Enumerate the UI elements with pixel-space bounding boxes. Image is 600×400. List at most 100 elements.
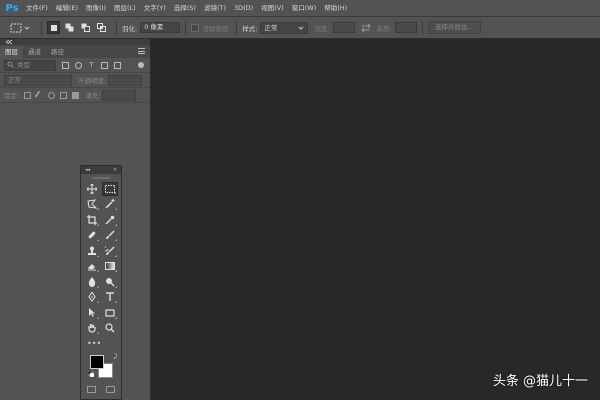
brush-tool[interactable] (102, 228, 118, 242)
quick-mask-icon[interactable] (87, 385, 96, 393)
menu-filter[interactable]: 滤镜(T) (200, 0, 230, 17)
menu-view[interactable]: 视图(V) (257, 0, 288, 17)
layer-filter-select[interactable]: 类型 (4, 59, 56, 71)
tab-paths[interactable]: 路径 (46, 46, 69, 58)
style-select[interactable]: 正常 (260, 21, 309, 34)
pen-icon (88, 292, 96, 303)
pen-tool[interactable] (84, 290, 100, 304)
filter-toggle-icon[interactable] (138, 62, 144, 68)
history-brush-tool[interactable] (102, 244, 118, 258)
menu-3d[interactable]: 3D(D) (230, 0, 257, 17)
feather-input[interactable]: 0 像素 (140, 22, 181, 33)
expand-arrows-icon[interactable]: ◂◂ (85, 167, 90, 173)
menu-file[interactable]: 文件(F) (22, 0, 52, 17)
canvas-area[interactable] (151, 39, 600, 400)
lasso-tool[interactable] (84, 197, 100, 211)
menu-window[interactable]: 窗口(W) (288, 0, 321, 17)
menu-type[interactable]: 文字(Y) (140, 0, 170, 17)
tool-preset-picker[interactable] (10, 21, 36, 35)
tab-layers[interactable]: 图层 (0, 46, 23, 58)
blur-tool[interactable] (84, 275, 100, 289)
add-selection-icon (65, 23, 74, 32)
menu-layer[interactable]: 图层(L) (110, 0, 140, 17)
tools-panel: ◂◂ ✕ ••• ⤸ (80, 165, 122, 400)
magic-wand-tool[interactable] (102, 197, 118, 211)
clone-stamp-tool[interactable] (84, 244, 100, 258)
healing-brush-tool[interactable] (84, 228, 100, 242)
opacity-input[interactable] (108, 74, 143, 86)
divider (116, 20, 117, 35)
pixel-filter-icon[interactable] (62, 61, 69, 69)
hand-tool[interactable] (84, 321, 100, 335)
opacity-label: 不透明度: (78, 77, 107, 85)
antialias-checkbox[interactable] (191, 23, 200, 32)
magic-wand-icon (105, 199, 115, 209)
zoom-tool[interactable] (102, 321, 118, 335)
type-tool[interactable] (102, 290, 118, 304)
crop-tool[interactable] (84, 213, 100, 227)
photoshop-logo: Ps (5, 2, 19, 14)
gradient-icon (105, 262, 115, 271)
mode-row (81, 384, 121, 394)
rectangle-tool[interactable] (102, 306, 118, 320)
move-tool[interactable] (84, 182, 100, 196)
intersect-selection-button[interactable] (95, 21, 108, 34)
tools-drag-handle[interactable] (81, 174, 121, 181)
adjustment-filter-icon[interactable] (75, 61, 82, 69)
add-selection-button[interactable] (63, 21, 76, 34)
dodge-tool[interactable] (102, 275, 118, 289)
marquee-preset-icon (10, 23, 22, 32)
menu-help[interactable]: 帮助(H) (320, 0, 351, 17)
swap-colors-icon[interactable]: ⤸ (113, 353, 117, 361)
menu-edit[interactable]: 编辑(E) (52, 0, 82, 17)
panel-menu-icon[interactable] (138, 48, 145, 54)
swap-width-height-icon[interactable] (360, 23, 372, 33)
intersect-selection-icon (97, 23, 106, 32)
type-filter-icon[interactable]: T (88, 61, 95, 69)
dodge-icon (106, 277, 115, 287)
menu-image[interactable]: 图像(I) (82, 0, 110, 17)
foreground-color-swatch[interactable] (90, 355, 104, 369)
edit-toolbar-button[interactable]: ••• (81, 336, 121, 350)
move-icon (87, 183, 97, 194)
crop-icon (87, 214, 97, 225)
lock-transparent-icon[interactable] (24, 91, 32, 99)
new-selection-button[interactable] (47, 21, 60, 34)
screen-mode-icon[interactable] (106, 385, 115, 393)
select-and-mask-button[interactable]: 选择并遮住... (427, 21, 481, 34)
blend-mode-select[interactable]: 正常 (4, 74, 72, 86)
gradient-tool[interactable] (102, 259, 118, 273)
fill-input[interactable] (102, 89, 137, 101)
lock-pixels-icon[interactable] (34, 90, 45, 100)
close-icon[interactable]: ✕ (113, 167, 117, 173)
menu-select[interactable]: 选择(S) (170, 0, 200, 17)
type-icon (106, 292, 114, 302)
lock-position-icon[interactable] (48, 91, 56, 99)
lock-all-icon[interactable] (72, 91, 80, 99)
history-brush-icon (105, 246, 115, 255)
height-input[interactable] (394, 22, 417, 33)
height-label: 高度: (376, 24, 392, 33)
lasso-icon (87, 199, 97, 209)
layer-filter-value: 类型 (17, 60, 30, 69)
style-value: 正常 (264, 23, 278, 32)
smart-object-filter-icon[interactable] (114, 61, 121, 69)
divider (421, 20, 423, 35)
width-label: 宽度: (314, 24, 330, 33)
tab-channels[interactable]: 通道 (23, 46, 46, 58)
lock-artboard-icon[interactable] (60, 91, 68, 99)
subtract-selection-button[interactable] (79, 21, 92, 34)
eraser-tool[interactable] (84, 259, 100, 273)
chevron-down-icon (299, 26, 304, 30)
chevron-down-icon (24, 26, 30, 30)
rectangular-marquee-tool[interactable] (102, 181, 118, 196)
default-colors-icon[interactable] (88, 371, 94, 377)
layer-filter-row: 类型 T (0, 58, 150, 73)
panel-tab-bar: 图层 通道 路径 (0, 45, 150, 58)
divider (236, 20, 238, 35)
shape-filter-icon[interactable] (101, 61, 108, 69)
tools-panel-header[interactable]: ◂◂ ✕ (81, 166, 121, 174)
width-input[interactable] (332, 22, 355, 33)
eyedropper-tool[interactable] (102, 213, 118, 227)
path-selection-tool[interactable] (84, 306, 100, 320)
